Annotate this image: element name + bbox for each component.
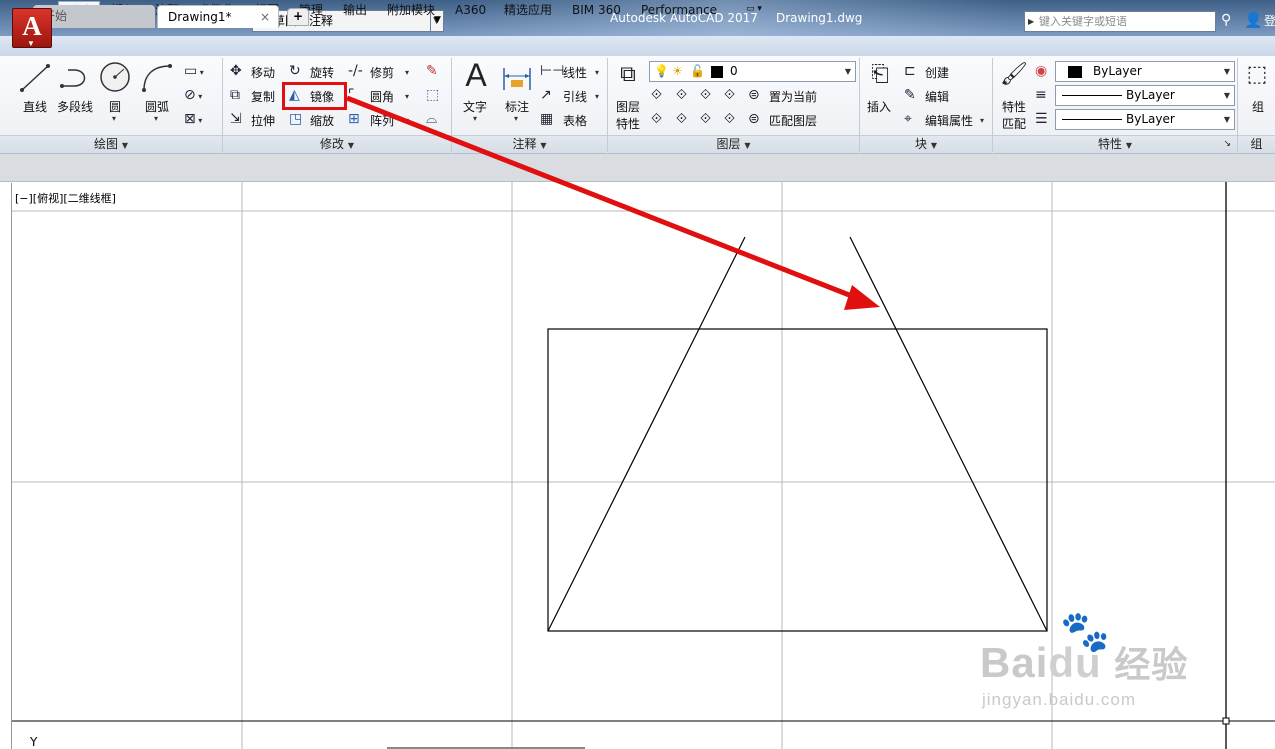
paw-icon: 🐾 [1060,610,1110,654]
application-menu-button[interactable]: A ▼ [12,8,52,48]
chevron-down-icon: ▼ [27,39,35,48]
watermark-url: jingyan.baidu.com [982,690,1137,709]
